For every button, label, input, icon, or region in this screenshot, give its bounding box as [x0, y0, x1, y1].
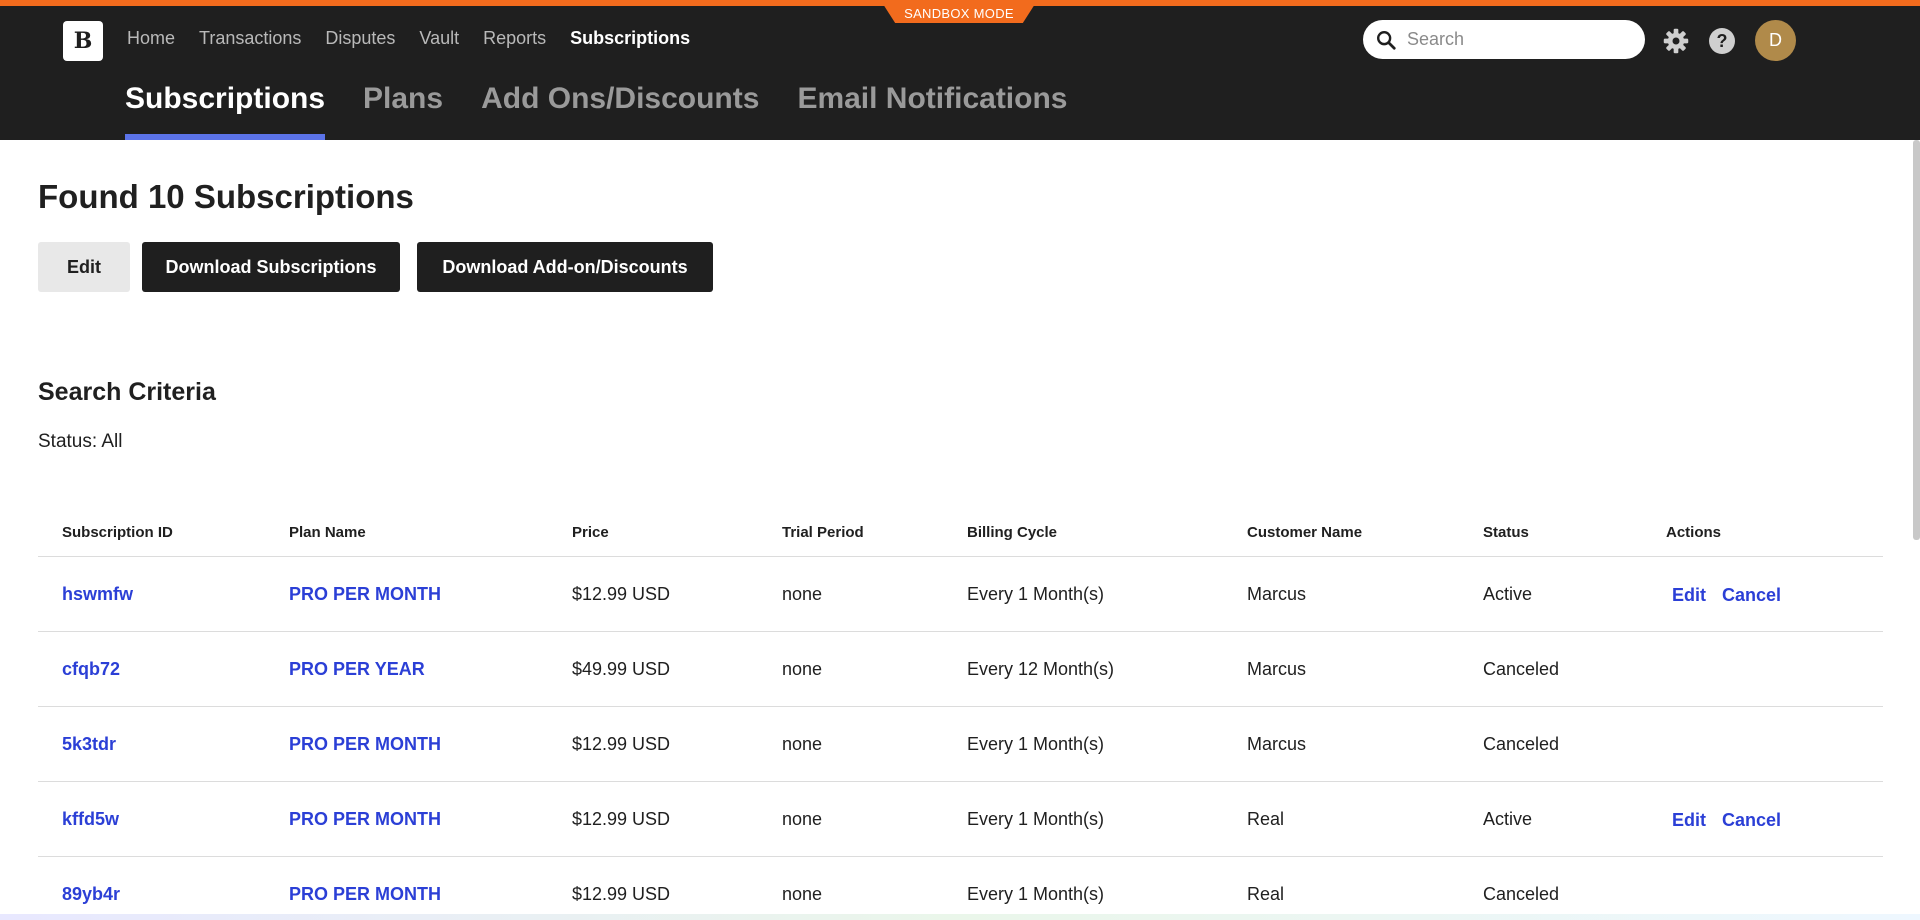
customer-name-cell: Real [1247, 884, 1285, 904]
column-header-actions: Actions [1666, 524, 1722, 541]
plan-name-link[interactable]: PRO PER MONTH [289, 809, 441, 830]
customer-name-cell: Marcus [1247, 584, 1307, 604]
edit-button[interactable]: Edit [38, 242, 130, 292]
nav-transactions[interactable]: Transactions [199, 28, 301, 49]
tab-plans[interactable]: Plans [363, 82, 443, 140]
column-header-billing-cycle[interactable]: Billing Cycle [967, 524, 1057, 541]
price-cell: $12.99 USD [572, 884, 671, 904]
row-edit-link[interactable]: Edit [1672, 810, 1706, 831]
brand-logo[interactable]: B [63, 21, 103, 61]
gear-icon[interactable] [1662, 27, 1690, 55]
bottom-edge [0, 914, 1920, 920]
search-criteria-status: Status: All [38, 431, 123, 452]
plan-name-link[interactable]: PRO PER MONTH [289, 584, 441, 605]
status-cell: Active [1483, 809, 1533, 829]
row-cancel-link[interactable]: Cancel [1722, 585, 1781, 606]
nav-vault[interactable]: Vault [419, 28, 459, 49]
trial-period-cell: none [782, 584, 823, 604]
sandbox-mode-badge: SANDBOX MODE [883, 4, 1035, 23]
column-header-subscription-id[interactable]: Subscription ID [62, 524, 173, 541]
status-cell: Canceled [1483, 734, 1560, 754]
subscriptions-subnav: Subscriptions Plans Add Ons/Discounts Em… [125, 82, 1105, 140]
price-cell: $12.99 USD [572, 584, 671, 604]
price-cell: $49.99 USD [572, 659, 671, 679]
billing-cycle-cell: Every 1 Month(s) [967, 884, 1105, 904]
table-row: hswmfw PRO PER MONTH $12.99 USD none Eve… [38, 557, 1883, 632]
subscription-id-link[interactable]: 5k3tdr [62, 734, 116, 755]
billing-cycle-cell: Every 12 Month(s) [967, 659, 1115, 679]
customer-name-cell: Marcus [1247, 659, 1307, 679]
column-header-price[interactable]: Price [572, 524, 609, 541]
status-cell: Canceled [1483, 659, 1560, 679]
subscriptions-table: Subscription ID Plan Name Price Trial Pe… [38, 510, 1883, 920]
column-header-plan-name[interactable]: Plan Name [289, 524, 366, 541]
top-header: B Home Transactions Disputes Vault Repor… [0, 6, 1920, 140]
trial-period-cell: none [782, 884, 823, 904]
trial-period-cell: none [782, 734, 823, 754]
column-header-status[interactable]: Status [1483, 524, 1529, 541]
subscription-id-link[interactable]: cfqb72 [62, 659, 120, 680]
table-row: kffd5w PRO PER MONTH $12.99 USD none Eve… [38, 782, 1883, 857]
table-header: Subscription ID Plan Name Price Trial Pe… [38, 510, 1883, 557]
download-addons-button[interactable]: Download Add-on/Discounts [417, 242, 713, 292]
search-icon [1377, 30, 1396, 50]
tab-add-ons-discounts[interactable]: Add Ons/Discounts [481, 82, 759, 140]
tab-email-notifications[interactable]: Email Notifications [797, 82, 1067, 140]
search-input[interactable] [1407, 29, 1627, 50]
table-row: 5k3tdr PRO PER MONTH $12.99 USD none Eve… [38, 707, 1883, 782]
customer-name-cell: Real [1247, 809, 1285, 829]
table-row: 89yb4r PRO PER MONTH $12.99 USD none Eve… [38, 857, 1883, 920]
nav-disputes[interactable]: Disputes [325, 28, 395, 49]
row-edit-link[interactable]: Edit [1672, 585, 1706, 606]
column-header-customer-name[interactable]: Customer Name [1247, 524, 1362, 541]
status-cell: Canceled [1483, 884, 1560, 904]
status-cell: Active [1483, 584, 1533, 604]
page-title: Found 10 Subscriptions [38, 178, 414, 215]
plan-name-link[interactable]: PRO PER YEAR [289, 659, 425, 680]
row-cancel-link[interactable]: Cancel [1722, 810, 1781, 831]
billing-cycle-cell: Every 1 Month(s) [967, 809, 1105, 829]
price-cell: $12.99 USD [572, 809, 671, 829]
search-criteria-heading: Search Criteria [38, 378, 216, 406]
nav-home[interactable]: Home [127, 28, 175, 49]
page-scrollbar[interactable] [1913, 140, 1920, 540]
trial-period-cell: none [782, 809, 823, 829]
price-cell: $12.99 USD [572, 734, 671, 754]
primary-nav: Home Transactions Disputes Vault Reports… [127, 28, 714, 49]
subscription-id-link[interactable]: 89yb4r [62, 884, 120, 905]
table-row: cfqb72 PRO PER YEAR $49.99 USD none Ever… [38, 632, 1883, 707]
help-icon[interactable]: ? [1709, 28, 1735, 54]
subscription-id-link[interactable]: kffd5w [62, 809, 119, 830]
nav-reports[interactable]: Reports [483, 28, 546, 49]
billing-cycle-cell: Every 1 Month(s) [967, 734, 1105, 754]
plan-name-link[interactable]: PRO PER MONTH [289, 734, 441, 755]
tab-subscriptions[interactable]: Subscriptions [125, 82, 326, 140]
user-avatar[interactable]: D [1755, 20, 1796, 61]
global-search[interactable] [1363, 20, 1645, 59]
trial-period-cell: none [782, 659, 823, 679]
subscription-id-link[interactable]: hswmfw [62, 584, 133, 605]
plan-name-link[interactable]: PRO PER MONTH [289, 884, 441, 905]
nav-subscriptions[interactable]: Subscriptions [570, 28, 690, 49]
customer-name-cell: Marcus [1247, 734, 1307, 754]
column-header-trial-period[interactable]: Trial Period [782, 524, 864, 541]
billing-cycle-cell: Every 1 Month(s) [967, 584, 1105, 604]
download-subscriptions-button[interactable]: Download Subscriptions [142, 242, 400, 292]
